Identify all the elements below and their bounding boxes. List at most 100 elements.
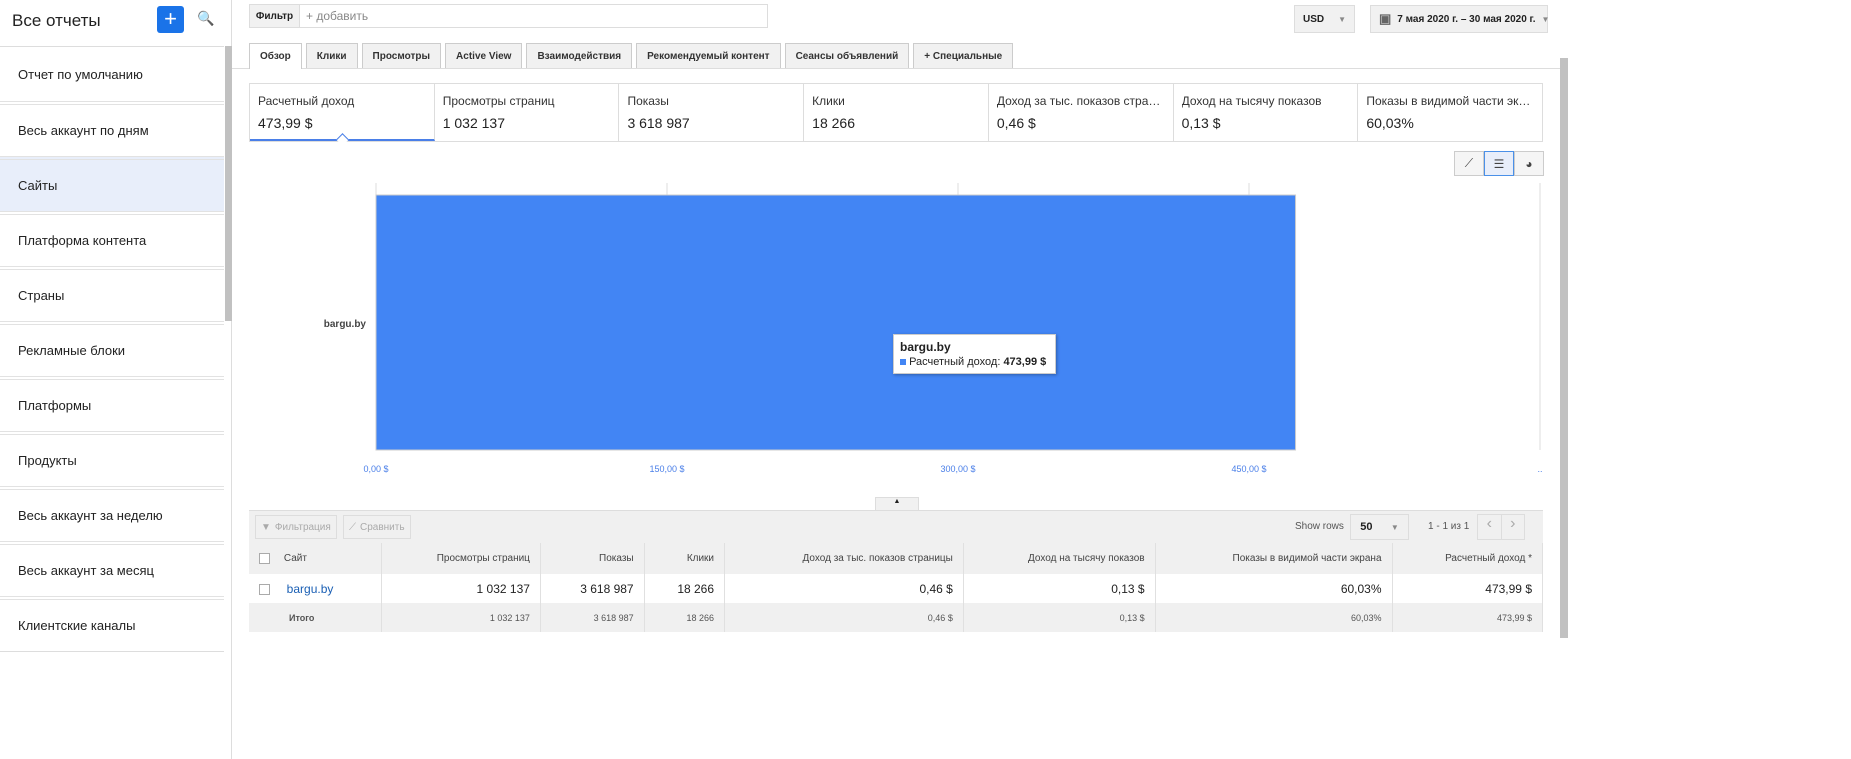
kpi-value: 473,99 $: [258, 115, 313, 131]
kpi-title: Показы в видимой части экрана: [1366, 94, 1535, 108]
sidebar-item[interactable]: Клиентские каналы: [0, 596, 224, 652]
x-tick-label: 0,00 $: [363, 464, 388, 474]
main-panel: Фильтр + добавить USD ▼ ▣ 7 мая 2020 г. – …: [232, 0, 1851, 759]
total-row: Итого 1 032 137 3 618 987 18 266 0,46 $0,13 …: [249, 603, 1544, 632]
sidebar-item[interactable]: Сайты: [0, 156, 224, 212]
column-header[interactable]: Просмотры страниц: [381, 543, 541, 574]
sidebar-item[interactable]: Весь аккаунт за неделю: [0, 486, 224, 542]
total-cell: 3 618 987: [540, 603, 645, 632]
kpi-card[interactable]: Показы 3 618 987: [619, 84, 805, 141]
rows-value: 50: [1360, 521, 1373, 533]
kpi-value: 18 266: [812, 115, 855, 131]
sidebar-item[interactable]: Продукты: [0, 431, 224, 487]
select-all-checkbox[interactable]: [259, 552, 270, 564]
table-cell: 0,46 $: [724, 574, 964, 603]
filter-icon: ▼: [261, 521, 271, 533]
table-cell: 1 032 137: [381, 574, 541, 603]
kpi-card[interactable]: Доход на тысячу показов 0,13 $: [1174, 84, 1359, 141]
sidebar: Все отчеты + 🔍 Отчет по умолчанию Весь ак…: [0, 0, 232, 759]
table-cell: 18 266: [644, 574, 726, 603]
kpi-title: Просмотры страниц: [442, 94, 555, 108]
page-scrollbar[interactable]: [1560, 58, 1568, 638]
add-report-button[interactable]: +: [157, 6, 184, 33]
prev-page-button[interactable]: ‹: [1478, 515, 1502, 539]
column-header[interactable]: Сайт: [249, 543, 382, 574]
sidebar-item[interactable]: Весь аккаунт за месяц: [0, 541, 224, 597]
tab-2[interactable]: Просмотры: [361, 43, 442, 68]
pie-chart-icon[interactable]: ◕: [1514, 151, 1544, 176]
search-icon[interactable]: 🔍: [197, 10, 214, 27]
compare-label: Сравнить: [360, 521, 405, 533]
chevron-down-icon: ▼: [1390, 522, 1399, 532]
total-cell: 18 266: [644, 603, 726, 632]
filter-button[interactable]: Фильтр: [250, 5, 300, 27]
tab-0[interactable]: Обзор: [249, 43, 302, 69]
tooltip-title: bargu.by: [900, 340, 951, 354]
report-table: Сайт Просмотры страниц Показы Клики Доход за…: [249, 543, 1544, 632]
tooltip-value: 473,99 $: [1003, 356, 1047, 368]
total-cell: 473,99 $: [1392, 603, 1544, 632]
column-header[interactable]: Показы: [540, 543, 645, 574]
kpi-card[interactable]: Показы в видимой части экрана 60,03%: [1358, 84, 1542, 141]
show-rows-label: Show rows: [1295, 521, 1344, 532]
kpi-value: 1 032 137: [442, 115, 506, 131]
table-toolbar: ▼ Фильтрация ⟋ Сравнить Show rows 50 ▼ 1 - …: [249, 510, 1543, 543]
column-header[interactable]: Клики: [644, 543, 726, 574]
table-cell: 3 618 987: [540, 574, 645, 603]
tab-7[interactable]: + Специальные: [913, 43, 1014, 68]
tab-6[interactable]: Сеансы объявлений: [784, 43, 910, 68]
date-range-picker[interactable]: ▣ 7 мая 2020 г. – 30 мая 2020 г. ▼: [1370, 5, 1549, 33]
bar-bargu-by: [375, 194, 1297, 451]
total-cell: 60,03%: [1155, 603, 1393, 632]
tab-1[interactable]: Клики: [305, 43, 358, 68]
filter-add-input[interactable]: + добавить: [300, 5, 368, 27]
row-checkbox[interactable]: [259, 583, 270, 595]
currency-select[interactable]: USD ▼: [1294, 5, 1355, 33]
total-cell: Итого: [249, 603, 382, 632]
sidebar-item[interactable]: Рекламные блоки: [0, 321, 224, 377]
kpi-card[interactable]: Клики 18 266: [804, 84, 989, 141]
table-cell: 60,03%: [1155, 574, 1393, 603]
filtration-button[interactable]: ▼ Фильтрация: [255, 515, 337, 539]
bar-chart-icon[interactable]: ☰: [1484, 151, 1514, 176]
compare-button[interactable]: ⟋ Сравнить: [343, 515, 411, 539]
sidebar-item[interactable]: Страны: [0, 266, 224, 322]
column-header-label: Сайт: [283, 553, 307, 565]
sidebar-scrollbar[interactable]: [225, 46, 232, 321]
sidebar-item[interactable]: Отчет по умолчанию: [0, 46, 224, 102]
site-link[interactable]: bargu.by: [287, 582, 334, 596]
column-header[interactable]: Доход за тыс. показов страницы: [724, 543, 964, 574]
tooltip-label: Расчетный доход:: [909, 356, 1001, 368]
kpi-card[interactable]: Просмотры страниц 1 032 137: [435, 84, 620, 141]
x-tick-label: 300,00 $: [940, 464, 975, 474]
column-header[interactable]: Расчетный доход *: [1392, 543, 1544, 574]
sidebar-item[interactable]: Весь аккаунт по дням: [0, 101, 224, 157]
kpi-value: 60,03%: [1366, 115, 1414, 131]
rows-per-page-select[interactable]: 50 ▼: [1350, 514, 1409, 540]
report-tabs: Обзор Клики Просмотры Active View Взаимодейс…: [249, 43, 1014, 69]
table-cell: bargu.by: [249, 574, 382, 603]
line-chart-icon[interactable]: ⟋: [1454, 151, 1484, 176]
x-tick-label: ..: [1537, 464, 1542, 474]
column-header[interactable]: Доход на тысячу показов: [963, 543, 1156, 574]
kpi-value: 0,13 $: [1181, 115, 1221, 131]
tab-3[interactable]: Active View: [445, 43, 523, 68]
kpi-card[interactable]: Расчетный доход 473,99 $: [250, 84, 435, 141]
pagination-buttons: ‹ ›: [1477, 514, 1525, 540]
kpi-card[interactable]: Доход за тыс. показов страни... 0,46 $: [989, 84, 1174, 141]
report-list: Отчет по умолчанию Весь аккаунт по дням Са…: [0, 46, 224, 652]
tab-4[interactable]: Взаимодействия: [526, 43, 633, 68]
x-tick-label: 450,00 $: [1231, 464, 1266, 474]
filtration-label: Фильтрация: [274, 521, 331, 533]
sidebar-item[interactable]: Платформы: [0, 376, 224, 432]
collapse-chart-button[interactable]: ▲: [875, 497, 919, 510]
filter-bar[interactable]: Фильтр + добавить: [249, 4, 768, 28]
kpi-value: 3 618 987: [627, 115, 690, 131]
kpi-title: Клики: [812, 94, 845, 108]
kpi-title: Доход на тысячу показов: [1181, 94, 1322, 108]
sidebar-item[interactable]: Платформа контента: [0, 211, 224, 267]
column-header[interactable]: Показы в видимой части экрана: [1155, 543, 1393, 574]
table-cell: 0,13 $: [963, 574, 1156, 603]
next-page-button[interactable]: ›: [1502, 515, 1525, 539]
tab-5[interactable]: Рекомендуемый контент: [636, 43, 781, 68]
